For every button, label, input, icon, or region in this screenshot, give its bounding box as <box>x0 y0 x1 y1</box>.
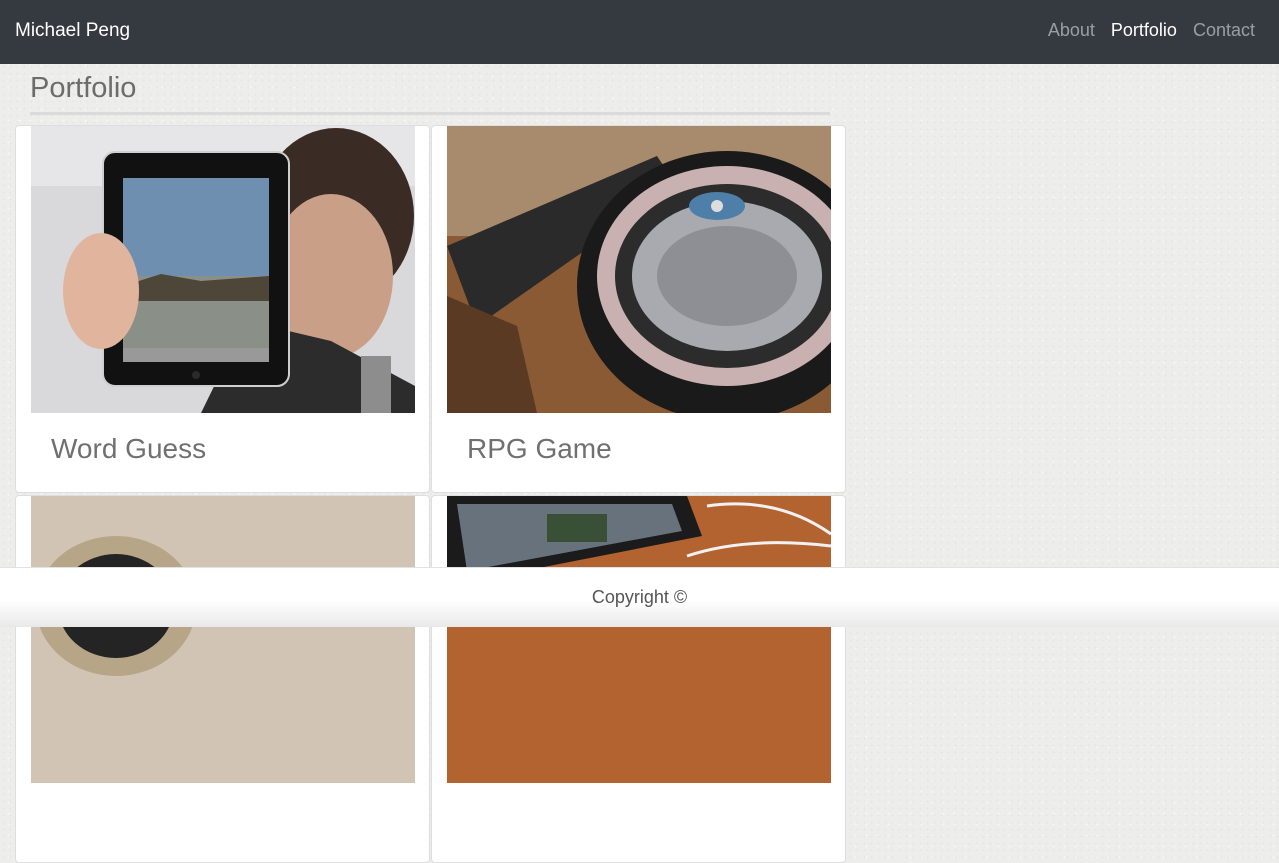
project-image-phone[interactable] <box>447 496 831 783</box>
copyright-text: Copyright © <box>591 587 688 607</box>
project-image-speaker[interactable] <box>31 496 415 783</box>
title-divider <box>30 112 830 115</box>
project-image-tablet[interactable] <box>31 126 415 413</box>
project-title[interactable]: RPG Game <box>467 433 612 465</box>
navbar: Michael Peng About Portfolio Contact <box>0 0 1279 64</box>
page-title: Portfolio <box>30 72 137 104</box>
project-card[interactable] <box>431 495 846 863</box>
brand-link[interactable]: Michael Peng <box>15 20 130 42</box>
nav-links: About Portfolio Contact <box>1032 20 1255 41</box>
project-card-word-guess[interactable]: Word Guess <box>15 125 430 493</box>
project-title[interactable]: Word Guess <box>51 433 206 465</box>
nav-contact[interactable]: Contact <box>1193 20 1255 41</box>
project-card-rpg-game[interactable]: RPG Game <box>431 125 846 493</box>
project-card[interactable] <box>15 495 430 863</box>
footer: Copyright © <box>0 567 1279 627</box>
nav-portfolio[interactable]: Portfolio <box>1111 20 1177 41</box>
nav-about[interactable]: About <box>1048 20 1095 41</box>
project-image-turntable[interactable] <box>447 126 831 413</box>
